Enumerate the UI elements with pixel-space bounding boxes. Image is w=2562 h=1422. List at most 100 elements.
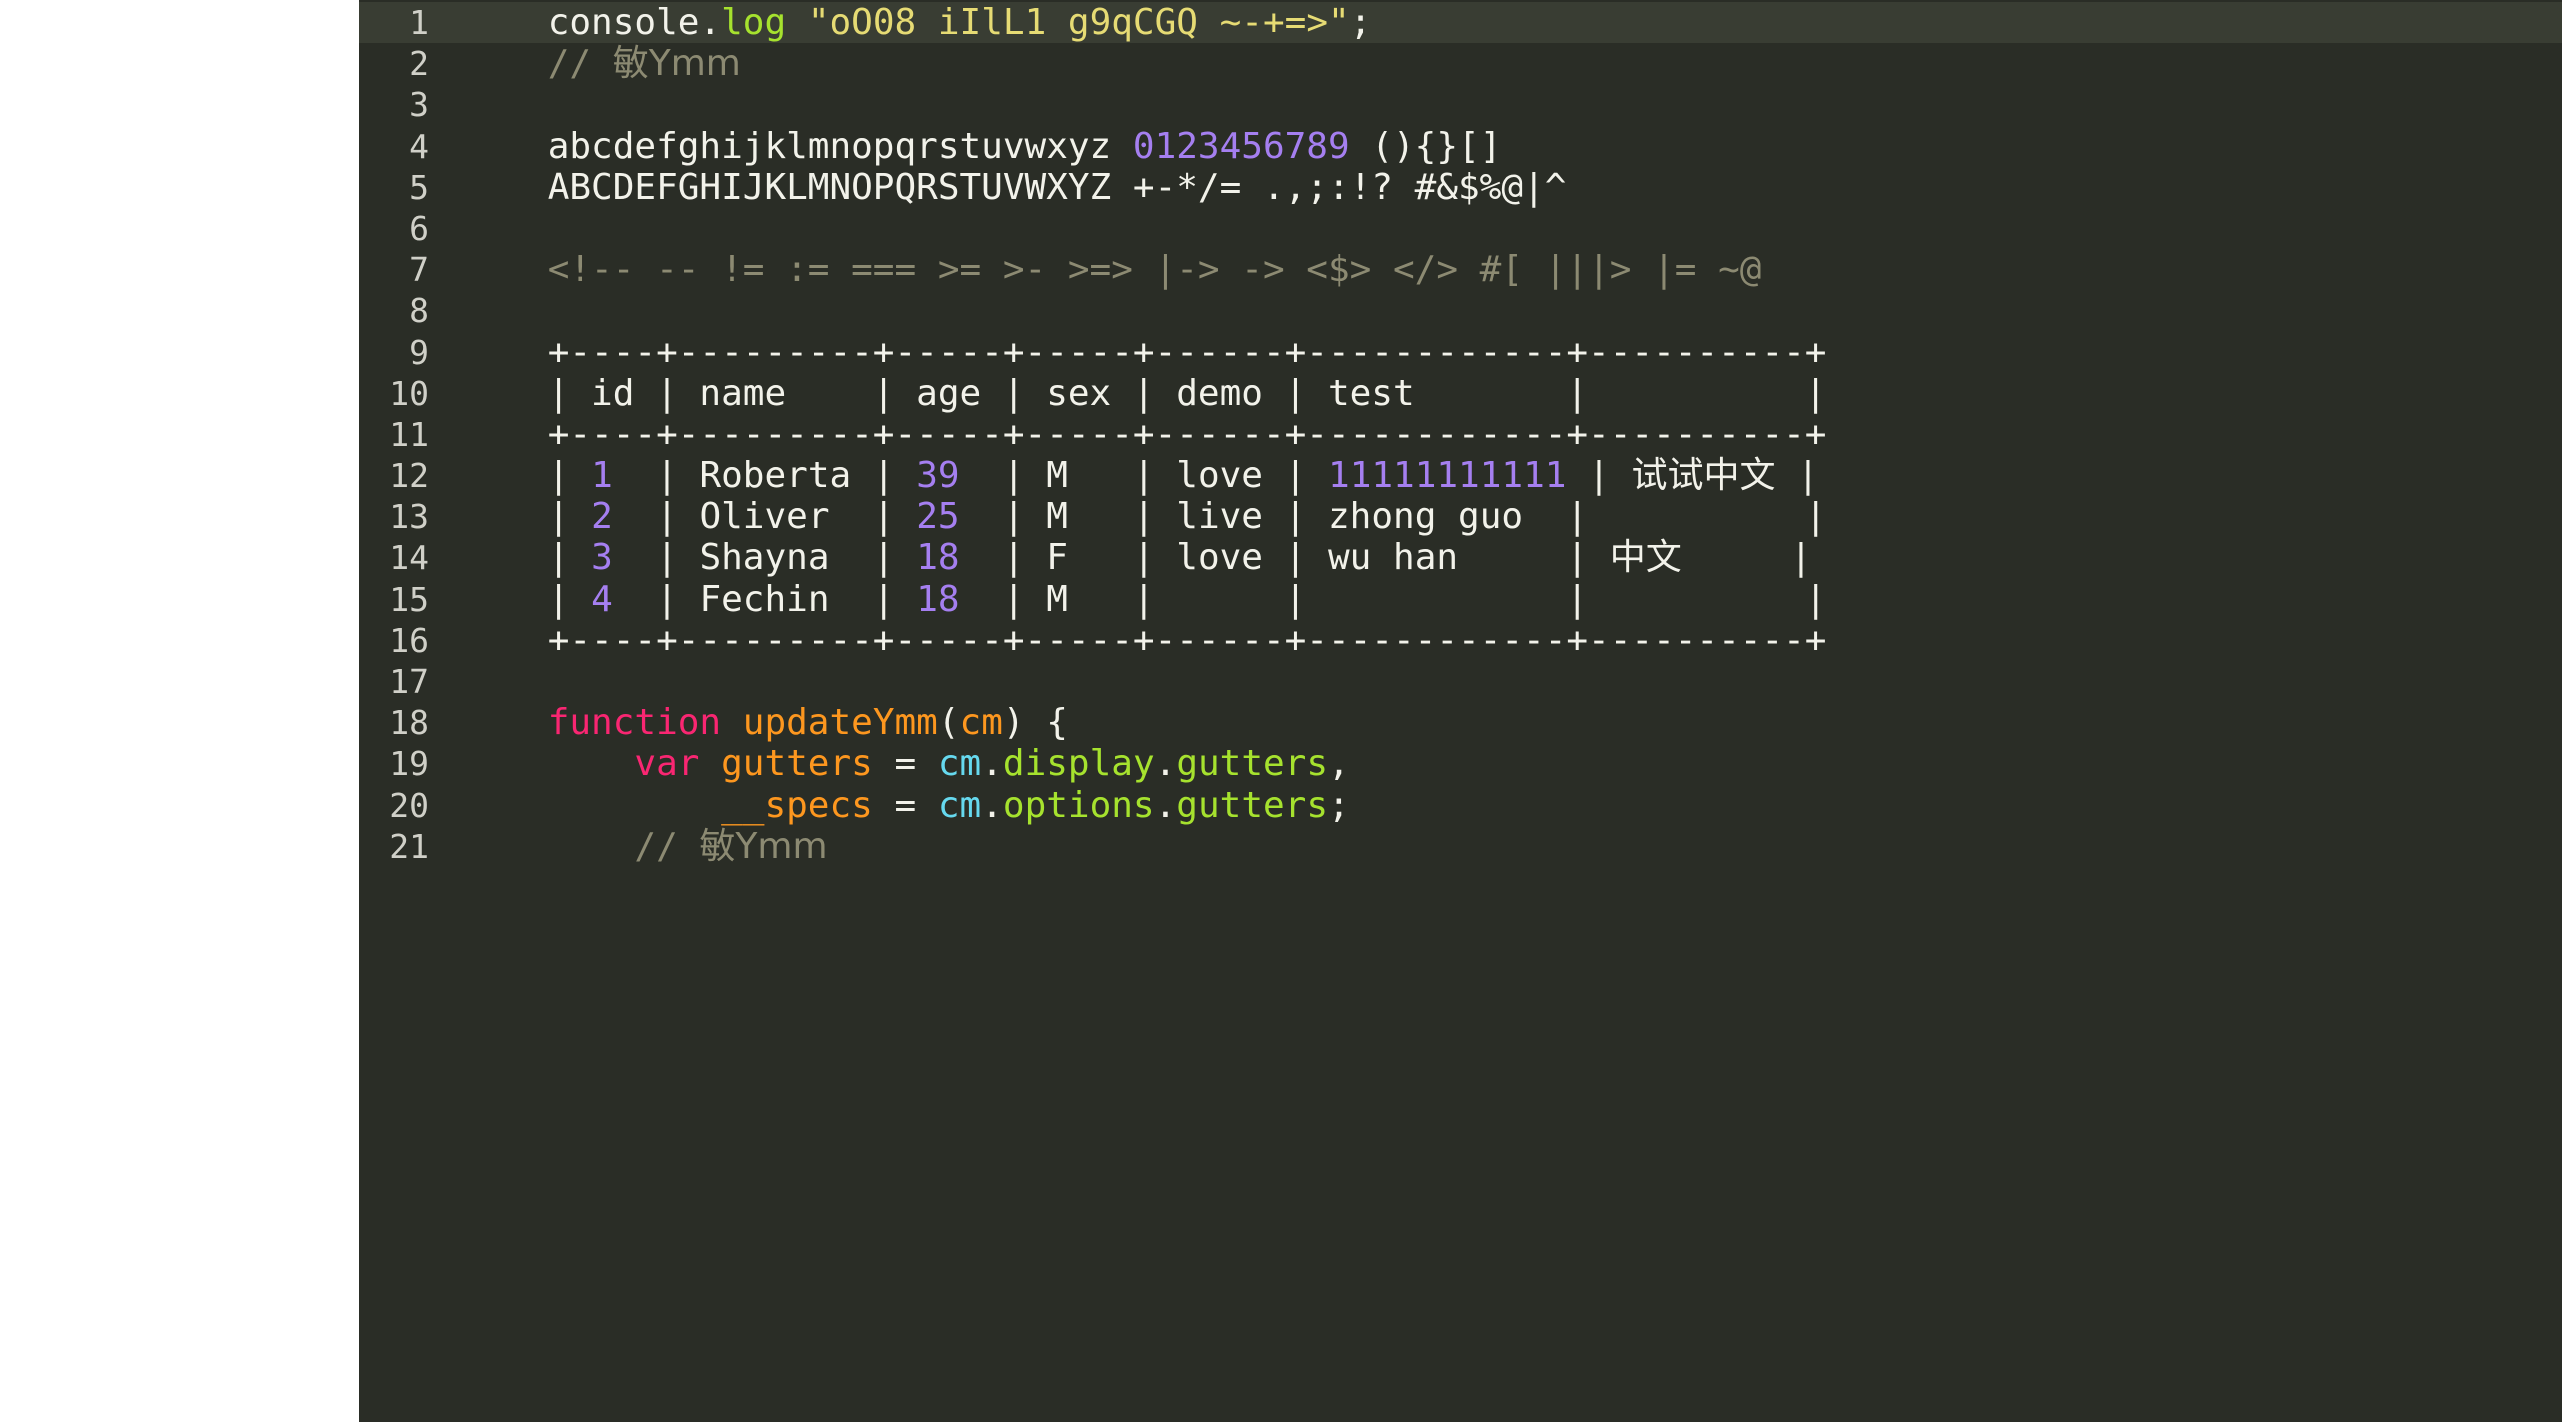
code-token-plain: abcdefghijklmnopqrstuvwxyz xyxy=(547,125,1133,167)
code-lines-container[interactable]: 1 console.log "oO08 iIlL1 g9qCGQ ~-+=>";… xyxy=(359,2,2562,867)
line-number[interactable]: 3 xyxy=(359,84,445,125)
code-line[interactable]: 7 <!-- -- != := === >= >- >=> |-> -> <$>… xyxy=(359,249,2562,290)
code-line-content[interactable]: __specs = cm.options.gutters; xyxy=(445,785,2562,826)
code-token-plain-cjk: 试试中文 xyxy=(1631,455,1776,497)
code-token-number: 39 xyxy=(916,455,960,497)
line-number[interactable]: 15 xyxy=(359,579,445,620)
code-token-variable: cm xyxy=(959,702,1003,744)
code-line-content[interactable]: <!-- -- != := === >= >- >=> |-> -> <$> <… xyxy=(445,249,2562,290)
code-token-plain: | xyxy=(1566,455,1632,497)
code-line-content[interactable]: +----+---------+-----+-----+------+-----… xyxy=(445,620,2562,661)
code-line[interactable]: 19 var gutters = cm.display.gutters, xyxy=(359,743,2562,784)
code-token-number: 3 xyxy=(591,537,613,579)
code-token-punct: . xyxy=(1154,784,1177,826)
code-line[interactable]: 8 xyxy=(359,290,2562,331)
code-token-punct: ; xyxy=(1349,2,1372,43)
line-number[interactable]: 21 xyxy=(359,826,445,867)
code-token-plain: console xyxy=(547,2,700,43)
code-line-content[interactable]: console.log "oO08 iIlL1 g9qCGQ ~-+=>"; xyxy=(445,2,2562,44)
code-token-parameter-cyan: cm xyxy=(937,784,982,826)
line-number[interactable]: 20 xyxy=(359,785,445,826)
code-token-keyword: var xyxy=(634,743,700,785)
code-token-keyword: function xyxy=(547,702,722,744)
code-line[interactable]: 11 +----+---------+-----+-----+------+--… xyxy=(359,414,2562,455)
line-number[interactable]: 6 xyxy=(359,208,445,249)
code-token-punct: = xyxy=(872,743,938,785)
code-line-content[interactable]: | 2 | Oliver | 25 | M | live | zhong guo… xyxy=(445,496,2562,537)
code-token-plain: +----+---------+-----+-----+------+-----… xyxy=(547,331,1827,373)
code-token-punct: . xyxy=(981,743,1003,785)
code-editor-pane[interactable]: 1 console.log "oO08 iIlL1 g9qCGQ ~-+=>";… xyxy=(359,0,2562,1422)
line-number[interactable]: 19 xyxy=(359,743,445,784)
code-token-plain: | M | love | xyxy=(959,455,1329,497)
code-token-number: 0123456789 xyxy=(1132,125,1350,167)
line-number[interactable]: 7 xyxy=(359,249,445,290)
code-line-content[interactable]: +----+---------+-----+-----+------+-----… xyxy=(445,332,2562,373)
code-token-plain: | xyxy=(1775,455,1819,497)
code-line[interactable]: 15 | 4 | Fechin | 18 | M | | | | xyxy=(359,579,2562,620)
code-line[interactable]: 5 ABCDEFGHIJKLMNOPQRSTUVWXYZ +-*/= .,;:!… xyxy=(359,167,2562,208)
line-number[interactable]: 10 xyxy=(359,373,445,414)
code-token-punct: ) { xyxy=(1002,702,1068,744)
code-token-comment-cjk: 敏Ymm xyxy=(699,825,828,867)
code-line[interactable]: 14 | 3 | Shayna | 18 | F | love | wu han… xyxy=(359,537,2562,578)
code-token-plain: | Roberta | xyxy=(612,455,917,497)
line-number[interactable]: 2 xyxy=(359,43,445,84)
line-number[interactable]: 13 xyxy=(359,496,445,537)
code-line[interactable]: 2 // 敏Ymm xyxy=(359,43,2562,84)
code-line-content[interactable] xyxy=(445,290,2562,331)
code-line-content[interactable]: // 敏Ymm xyxy=(445,43,2562,84)
code-line[interactable]: 4 abcdefghijklmnopqrstuvwxyz 0123456789 … xyxy=(359,126,2562,167)
code-line[interactable]: 18 function updateYmm(cm) { xyxy=(359,702,2562,743)
code-token-punct: . xyxy=(981,784,1003,826)
code-line-content[interactable] xyxy=(445,661,2562,702)
code-line[interactable]: 6 xyxy=(359,208,2562,249)
line-number[interactable]: 5 xyxy=(359,167,445,208)
code-line[interactable]: 16 +----+---------+-----+-----+------+--… xyxy=(359,620,2562,661)
left-page-margin xyxy=(0,0,359,1422)
code-line[interactable]: 13 | 2 | Oliver | 25 | M | live | zhong … xyxy=(359,496,2562,537)
code-line-content[interactable]: function updateYmm(cm) { xyxy=(445,702,2562,743)
code-token-function: log xyxy=(721,2,787,43)
code-line-content[interactable]: // 敏Ymm xyxy=(445,826,2562,867)
code-line-content[interactable]: ABCDEFGHIJKLMNOPQRSTUVWXYZ +-*/= .,;:!? … xyxy=(445,167,2562,208)
code-line-content[interactable]: | 1 | Roberta | 39 | M | love | 11111111… xyxy=(445,455,2562,496)
code-line[interactable]: 12 | 1 | Roberta | 39 | M | love | 11111… xyxy=(359,455,2562,496)
line-number[interactable]: 9 xyxy=(359,332,445,373)
code-line-content[interactable] xyxy=(445,208,2562,249)
line-number[interactable]: 14 xyxy=(359,537,445,578)
code-line-content[interactable]: abcdefghijklmnopqrstuvwxyz 0123456789 ()… xyxy=(445,126,2562,167)
code-line[interactable]: 21 // 敏Ymm xyxy=(359,826,2562,867)
code-line-content[interactable]: var gutters = cm.display.gutters, xyxy=(445,743,2562,784)
code-line[interactable]: 17 xyxy=(359,661,2562,702)
code-line[interactable]: 3 xyxy=(359,84,2562,125)
code-token-property: options xyxy=(1002,784,1155,826)
line-number[interactable]: 12 xyxy=(359,455,445,496)
line-number[interactable]: 11 xyxy=(359,414,445,455)
code-line-content[interactable]: +----+---------+-----+-----+------+-----… xyxy=(445,414,2562,455)
line-number[interactable]: 18 xyxy=(359,702,445,743)
line-number[interactable]: 16 xyxy=(359,620,445,661)
code-line[interactable]: 9 +----+---------+-----+-----+------+---… xyxy=(359,332,2562,373)
code-token-punct: ( xyxy=(937,702,960,744)
code-line-content[interactable]: | id | name | age | sex | demo | test | … xyxy=(445,373,2562,414)
line-number[interactable]: 4 xyxy=(359,126,445,167)
code-line[interactable]: 10 | id | name | age | sex | demo | test… xyxy=(359,373,2562,414)
code-line-content[interactable]: | 3 | Shayna | 18 | F | love | wu han | … xyxy=(445,537,2562,578)
line-number[interactable]: 1 xyxy=(359,2,445,44)
line-number[interactable]: 8 xyxy=(359,290,445,331)
code-token-number: 2 xyxy=(591,496,613,538)
line-number[interactable]: 17 xyxy=(359,661,445,702)
code-line-content[interactable] xyxy=(445,84,2562,125)
code-line-content[interactable]: | 4 | Fechin | 18 | M | | | | xyxy=(445,579,2562,620)
code-line[interactable]: 20 __specs = cm.options.gutters; xyxy=(359,785,2562,826)
code-line[interactable]: 1 console.log "oO08 iIlL1 g9qCGQ ~-+=>"; xyxy=(359,2,2562,44)
